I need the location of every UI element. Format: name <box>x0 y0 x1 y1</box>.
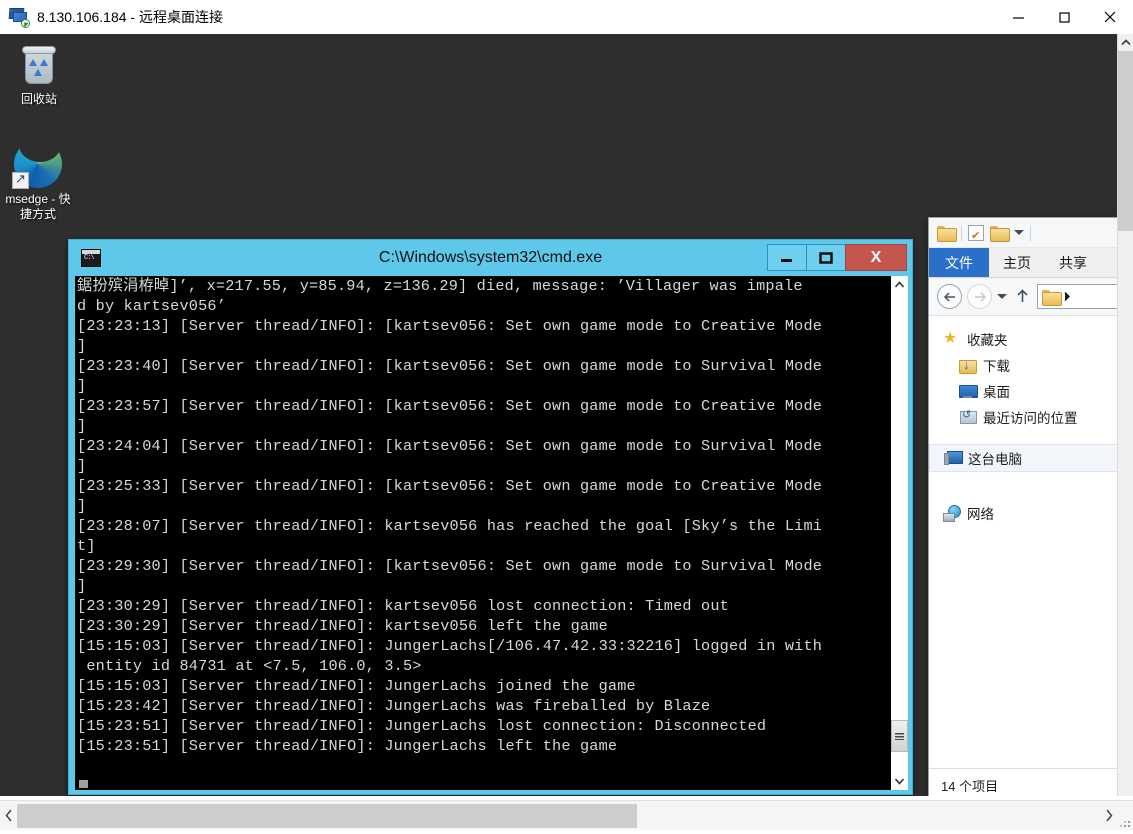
desktop-icon-recycle-bin[interactable]: 回收站 <box>2 42 76 107</box>
recent-locations-icon[interactable] <box>997 294 1007 299</box>
cmd-scroll-down-arrow[interactable] <box>891 772 908 790</box>
item-count-label: 14 个项目 <box>941 778 999 794</box>
recent-places-icon <box>959 408 977 425</box>
minimize-button[interactable] <box>995 0 1041 34</box>
nav-item-label: 这台电脑 <box>968 452 1022 467</box>
breadcrumb-chevron-icon <box>1064 292 1070 301</box>
cmd-window[interactable]: C:\Windows\system32\cmd.exe X 鋸扮殡涓栫晫]’, … <box>68 239 913 795</box>
cmd-minimize-button[interactable] <box>767 244 807 271</box>
resize-grip[interactable] <box>1119 816 1132 829</box>
window-title: 8.130.106.184 - 远程桌面连接 <box>37 9 223 25</box>
shortcut-arrow-icon <box>12 171 29 189</box>
quick-access-toolbar <box>929 218 1117 248</box>
toolbar-separator <box>961 224 962 241</box>
nav-item-favorites[interactable]: 收藏夹 <box>929 326 1117 352</box>
nav-item-label: 下载 <box>983 359 1010 374</box>
cmd-scroll-thumb[interactable] <box>891 720 908 752</box>
computer-icon <box>944 450 963 466</box>
remote-session-area: 回收站 msedge - 快捷方式 C:\Windows\system32\cm… <box>0 34 1133 800</box>
rdp-horizontal-scrollbar[interactable] <box>0 800 1133 830</box>
customize-dropdown-icon[interactable] <box>1014 230 1024 235</box>
cmd-app-icon <box>81 249 101 267</box>
desktop-icon <box>959 383 978 399</box>
desktop-icon-label: msedge - 快捷方式 <box>5 192 71 221</box>
nav-item-label: 收藏夹 <box>967 333 1008 348</box>
star-icon <box>943 328 960 348</box>
file-explorer-window[interactable]: 文件 主页 共享 <box>928 217 1117 796</box>
remote-desktop-window: 8.130.106.184 - 远程桌面连接 回收站 ↗ msedge - 快捷… <box>0 0 1133 830</box>
rdp-vscroll-track[interactable] <box>1118 231 1133 796</box>
properties-icon[interactable] <box>968 224 984 242</box>
cmd-console-client[interactable]: 鋸扮殡涓栫晫]’, x=217.55, y=85.94, z=136.29] d… <box>75 276 908 790</box>
cmd-titlebar[interactable]: C:\Windows\system32\cmd.exe X <box>69 240 912 276</box>
tab-share[interactable]: 共享 <box>1045 248 1101 277</box>
explorer-status-bar: 14 个项目 <box>929 768 1117 796</box>
toolbar-separator <box>1030 224 1031 241</box>
tab-file[interactable]: 文件 <box>929 248 989 277</box>
maximize-button[interactable] <box>1041 0 1087 34</box>
cmd-console-output: 鋸扮殡涓栫晫]’, x=217.55, y=85.94, z=136.29] d… <box>77 277 823 755</box>
nav-item-downloads[interactable]: 下载 <box>929 352 1117 378</box>
remote-desktop-canvas[interactable]: 回收站 msedge - 快捷方式 C:\Windows\system32\cm… <box>0 34 1117 796</box>
cmd-close-button[interactable]: X <box>845 244 907 271</box>
desktop-icon-label: 回收站 <box>20 92 57 106</box>
nav-item-label: 桌面 <box>983 385 1010 400</box>
nav-item-recent-places[interactable]: 最近访问的位置 <box>929 404 1117 430</box>
rdp-vscroll-thumb[interactable] <box>1118 51 1133 231</box>
close-button[interactable] <box>1087 0 1133 34</box>
edge-icon <box>12 128 62 189</box>
forward-button[interactable] <box>967 284 992 309</box>
nav-item-network[interactable]: 网络 <box>929 500 1117 526</box>
folder-icon[interactable] <box>937 225 957 242</box>
cmd-vertical-scrollbar[interactable] <box>890 276 908 790</box>
network-icon <box>943 505 961 522</box>
rdp-hscroll-thumb[interactable] <box>17 804 637 828</box>
rdp-vertical-scrollbar[interactable] <box>1117 34 1133 796</box>
nav-item-desktop[interactable]: 桌面 <box>929 378 1117 404</box>
explorer-main: 收藏夹 下载 桌面 最近访问的位置 <box>929 316 1117 768</box>
nav-item-this-pc[interactable]: 这台电脑 <box>929 444 1117 472</box>
navigation-bar <box>929 278 1117 316</box>
desktop-icon-msedge[interactable]: msedge - 快捷方式 <box>0 128 76 222</box>
tab-home[interactable]: 主页 <box>989 248 1045 277</box>
nav-item-label: 最近访问的位置 <box>983 411 1078 426</box>
remote-desktop-icon <box>8 6 30 28</box>
window-titlebar: 8.130.106.184 - 远程桌面连接 <box>0 0 1133 34</box>
downloads-folder-icon <box>959 357 977 374</box>
scroll-left-arrow[interactable] <box>0 801 17 831</box>
cmd-cursor <box>79 780 88 788</box>
scroll-up-arrow[interactable] <box>1118 34 1133 51</box>
new-folder-icon[interactable] <box>990 225 1010 242</box>
cmd-window-controls: X <box>767 244 907 271</box>
scroll-right-arrow[interactable] <box>1100 801 1117 831</box>
address-folder-icon <box>1042 289 1062 306</box>
nav-item-label: 网络 <box>967 507 994 522</box>
up-button[interactable] <box>1012 285 1032 309</box>
window-controls <box>995 0 1133 34</box>
back-button[interactable] <box>937 284 962 309</box>
cmd-scroll-up-arrow[interactable] <box>891 276 908 294</box>
address-bar[interactable] <box>1037 284 1117 309</box>
navigation-pane[interactable]: 收藏夹 下载 桌面 最近访问的位置 <box>929 316 1117 768</box>
ribbon-tabs: 文件 主页 共享 <box>929 248 1117 278</box>
cmd-maximize-button[interactable] <box>806 244 846 271</box>
recycle-bin-icon <box>16 42 62 88</box>
